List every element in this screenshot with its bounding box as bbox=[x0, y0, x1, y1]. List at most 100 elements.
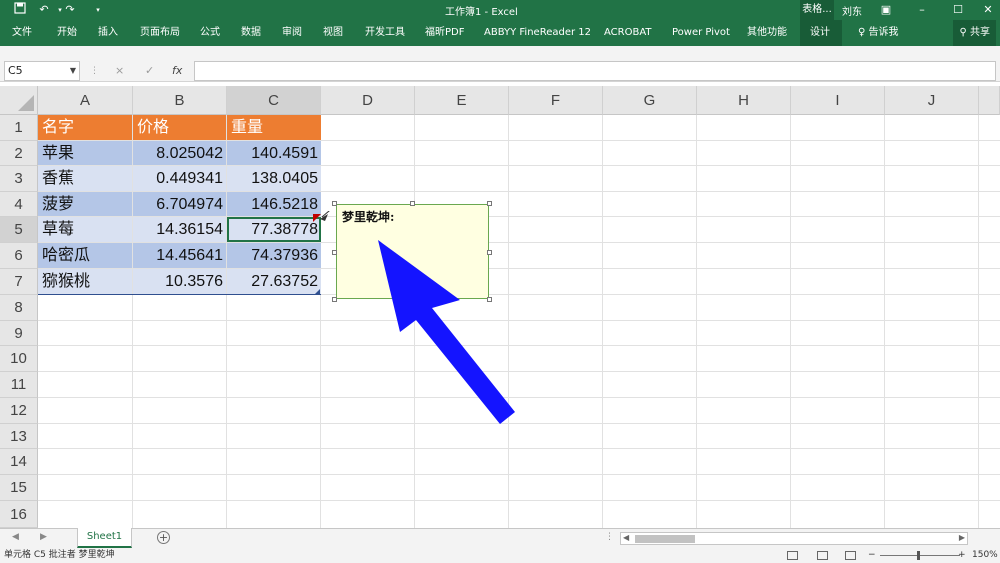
enter-icon[interactable]: ✓ bbox=[145, 61, 154, 81]
scroll-right-icon[interactable]: ▶ bbox=[959, 533, 965, 542]
tab-review[interactable]: 审阅 bbox=[282, 20, 302, 46]
next-sheet-icon[interactable]: ▶ bbox=[40, 532, 47, 542]
row-header-11[interactable]: 11 bbox=[0, 372, 38, 398]
table-cell[interactable]: 菠萝 bbox=[38, 192, 132, 216]
tab-formulas[interactable]: 公式 bbox=[200, 20, 220, 46]
resize-handle[interactable] bbox=[332, 297, 337, 302]
redo-icon[interactable]: ↷ bbox=[62, 2, 78, 18]
resize-handle[interactable] bbox=[332, 250, 337, 255]
table-cell[interactable]: 猕猴桃 bbox=[38, 269, 132, 294]
row-header-6[interactable]: 6 bbox=[0, 243, 38, 269]
tab-abbyy[interactable]: ABBYY FineReader 12 bbox=[484, 20, 591, 46]
table-cell[interactable]: 146.5218 bbox=[227, 192, 321, 216]
row-header-4[interactable]: 4 bbox=[0, 192, 38, 217]
tab-file[interactable]: 文件 bbox=[12, 20, 32, 46]
resize-handle[interactable] bbox=[410, 201, 415, 206]
table-cell[interactable]: 14.45641 bbox=[133, 243, 226, 268]
row-header-3[interactable]: 3 bbox=[0, 166, 38, 192]
row-header-12[interactable]: 12 bbox=[0, 398, 38, 424]
column-header-c[interactable]: C bbox=[227, 86, 321, 115]
scroll-left-icon[interactable]: ◀ bbox=[623, 533, 629, 542]
row-header-8[interactable]: 8 bbox=[0, 295, 38, 321]
column-header-j[interactable]: J bbox=[885, 86, 979, 115]
table-cell[interactable]: 138.0405 bbox=[227, 166, 321, 191]
table-cell[interactable]: 27.63752 bbox=[227, 269, 321, 294]
zoom-level[interactable]: 150% bbox=[972, 548, 998, 563]
tab-foxit-pdf[interactable]: 福昕PDF bbox=[425, 20, 464, 46]
zoom-slider-thumb[interactable] bbox=[917, 551, 920, 560]
row-header-15[interactable]: 15 bbox=[0, 475, 38, 501]
row-header-7[interactable]: 7 bbox=[0, 269, 38, 295]
tab-home[interactable]: 开始 bbox=[57, 20, 77, 46]
horizontal-scrollbar[interactable]: ◀ ▶ bbox=[620, 532, 968, 545]
column-header-e[interactable]: E bbox=[415, 86, 509, 115]
minimize-icon[interactable]: – bbox=[914, 2, 930, 18]
table-cell[interactable]: 苹果 bbox=[38, 141, 132, 165]
tab-design[interactable]: 设计 bbox=[800, 20, 842, 46]
table-cell[interactable]: 香蕉 bbox=[38, 166, 132, 191]
tab-view[interactable]: 视图 bbox=[323, 20, 343, 46]
insert-function-icon[interactable]: fx bbox=[172, 61, 182, 81]
row-header-10[interactable]: 10 bbox=[0, 346, 38, 372]
table-cell[interactable]: 6.704974 bbox=[133, 192, 226, 216]
column-header-k[interactable] bbox=[979, 86, 1000, 115]
table-cell[interactable]: 14.36154 bbox=[133, 217, 226, 242]
table-cell[interactable]: 74.37936 bbox=[227, 243, 321, 268]
page-break-view-icon[interactable] bbox=[845, 551, 856, 560]
tab-acrobat[interactable]: ACROBAT bbox=[604, 20, 652, 46]
table-cell[interactable]: 8.025042 bbox=[133, 141, 226, 165]
close-icon[interactable]: ✕ bbox=[980, 2, 996, 18]
table-resize-handle[interactable] bbox=[314, 289, 320, 295]
row-header-5[interactable]: 5 bbox=[0, 217, 38, 243]
tab-developer[interactable]: 开发工具 bbox=[365, 20, 405, 46]
tab-other-features[interactable]: 其他功能 bbox=[747, 20, 787, 46]
row-header-2[interactable]: 2 bbox=[0, 141, 38, 166]
resize-handle[interactable] bbox=[332, 201, 337, 206]
column-header-i[interactable]: I bbox=[791, 86, 885, 115]
tab-power-pivot[interactable]: Power Pivot bbox=[672, 20, 730, 46]
prev-sheet-icon[interactable]: ◀ bbox=[12, 532, 19, 542]
table-cell[interactable]: 140.4591 bbox=[227, 141, 321, 165]
table-cell[interactable]: 哈密瓜 bbox=[38, 243, 132, 268]
table-cell[interactable]: 10.3576 bbox=[133, 269, 226, 294]
formula-input[interactable] bbox=[194, 61, 996, 81]
customize-toolbar-icon[interactable]: ▾ bbox=[90, 2, 106, 18]
cancel-icon[interactable]: × bbox=[115, 61, 124, 81]
split-handle-icon[interactable]: ⋮ bbox=[605, 532, 614, 542]
table-cell[interactable]: 0.449341 bbox=[133, 166, 226, 191]
add-sheet-icon[interactable]: + bbox=[157, 531, 170, 544]
selected-cell-c5[interactable]: 77.38778 bbox=[227, 217, 321, 242]
tab-insert[interactable]: 插入 bbox=[98, 20, 118, 46]
column-header-f[interactable]: F bbox=[509, 86, 603, 115]
select-all-corner[interactable] bbox=[0, 86, 38, 115]
normal-view-icon[interactable] bbox=[787, 551, 798, 560]
undo-icon[interactable]: ↶ bbox=[36, 2, 52, 18]
page-layout-view-icon[interactable] bbox=[817, 551, 828, 560]
resize-handle[interactable] bbox=[487, 201, 492, 206]
user-name[interactable]: 刘东 bbox=[842, 3, 862, 18]
zoom-out-icon[interactable]: − bbox=[868, 548, 876, 563]
zoom-in-icon[interactable]: + bbox=[958, 548, 966, 563]
column-header-a[interactable]: A bbox=[38, 86, 133, 115]
chevron-down-icon[interactable]: ▼ bbox=[70, 62, 76, 80]
tab-data[interactable]: 数据 bbox=[241, 20, 261, 46]
share-button[interactable]: ⚲ 共享 bbox=[953, 20, 996, 46]
table-header-cell[interactable]: 名字 bbox=[38, 115, 132, 140]
table-cell[interactable]: 草莓 bbox=[38, 217, 132, 242]
ribbon-display-icon[interactable]: ▣ bbox=[878, 2, 894, 18]
column-header-b[interactable]: B bbox=[133, 86, 227, 115]
tab-page-layout[interactable]: 页面布局 bbox=[140, 20, 180, 46]
context-tab-label[interactable]: 表格... bbox=[800, 0, 834, 20]
row-header-14[interactable]: 14 bbox=[0, 449, 38, 475]
row-header-13[interactable]: 13 bbox=[0, 424, 38, 449]
table-header-cell[interactable]: 重量 bbox=[227, 115, 321, 140]
maximize-icon[interactable]: ☐ bbox=[950, 2, 966, 18]
scrollbar-thumb[interactable] bbox=[635, 535, 695, 543]
row-header-9[interactable]: 9 bbox=[0, 321, 38, 346]
column-header-h[interactable]: H bbox=[697, 86, 791, 115]
row-header-1[interactable]: 1 bbox=[0, 115, 38, 141]
row-header-16[interactable]: 16 bbox=[0, 501, 38, 528]
sheet-tab-sheet1[interactable]: Sheet1 bbox=[77, 528, 132, 548]
tell-me-box[interactable]: ♀ 告诉我 bbox=[858, 20, 899, 46]
column-header-g[interactable]: G bbox=[603, 86, 697, 115]
